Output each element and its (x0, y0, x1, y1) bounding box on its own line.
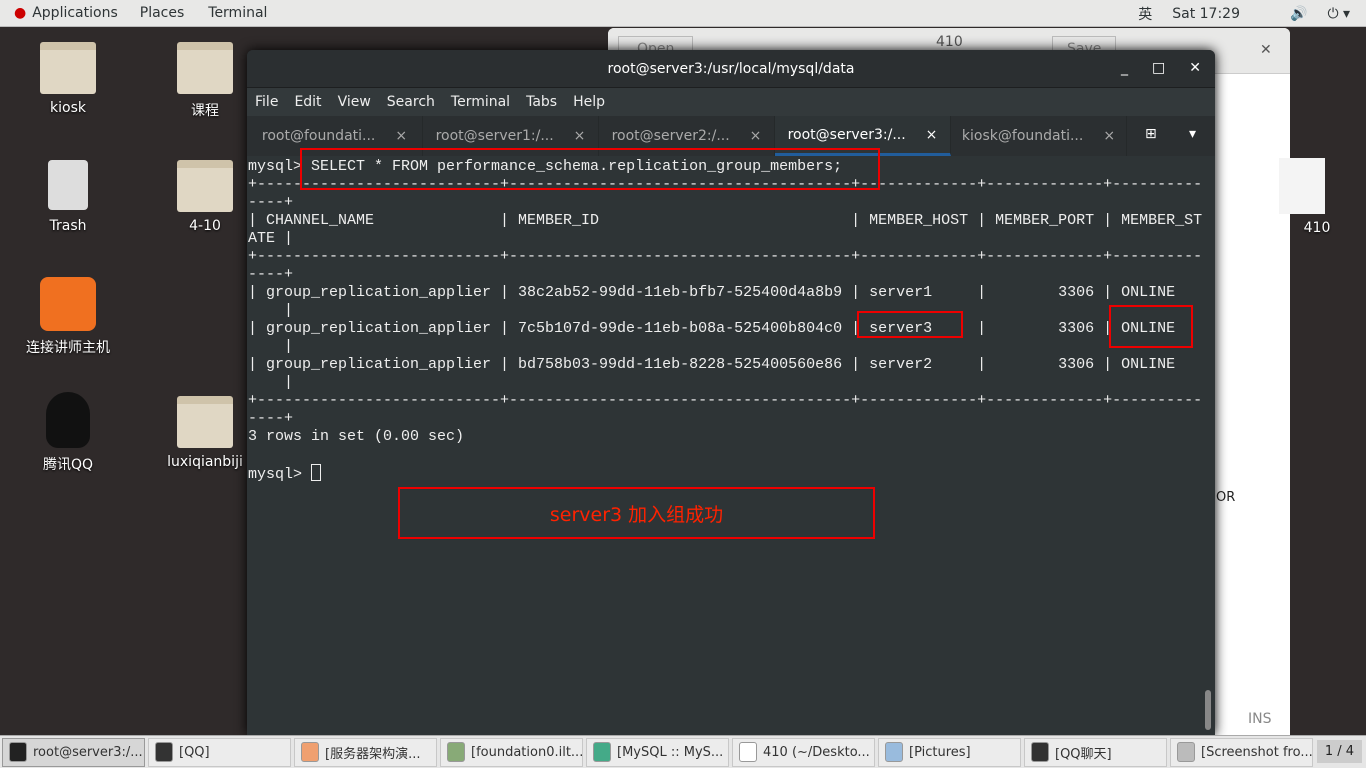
qq-icon (46, 392, 90, 448)
taskbar-label: [Pictures] (909, 744, 971, 760)
tab-label: root@server1:/... (435, 128, 554, 144)
window-title: root@server3:/usr/local/mysql/data (607, 60, 855, 77)
taskbar-item-4[interactable]: [MySQL :: MyS... (586, 737, 729, 767)
taskbar-label: 410 (~/Deskto... (763, 744, 870, 760)
annotation-box: server3 加入组成功 (398, 487, 875, 539)
app-icon (40, 277, 96, 331)
taskbar-item-6[interactable]: [Pictures] (878, 737, 1021, 767)
highlight-online (1109, 305, 1193, 348)
taskbar-label: [QQ] (179, 744, 210, 760)
folder-icon (177, 160, 233, 212)
document-icon (1279, 158, 1325, 214)
desktop-icon-410[interactable]: 410 (1262, 158, 1342, 236)
menu-terminal[interactable]: Terminal (443, 94, 518, 110)
highlight-command (300, 148, 880, 190)
folder-icon (177, 396, 233, 448)
app-icon (1177, 742, 1195, 762)
terminal-titlebar[interactable]: root@server3:/usr/local/mysql/data _ □ ✕ (247, 50, 1215, 88)
home-folder-icon (40, 42, 96, 94)
taskbar-label: [foundation0.ilt... (471, 744, 583, 760)
tab-label: kiosk@foundati... (961, 128, 1084, 144)
folder-icon (177, 42, 233, 94)
tab-close-icon[interactable]: × (750, 128, 762, 144)
clock[interactable]: Sat 17:29 (1172, 6, 1240, 22)
app-icon (155, 742, 173, 762)
gedit-ins-status: INS (1248, 711, 1272, 727)
tab-4[interactable]: kiosk@foundati... × (951, 116, 1127, 156)
result-table: +---------------------------+-----------… (248, 176, 1203, 427)
redhat-icon: ● (14, 5, 27, 21)
terminal-output[interactable]: mysql> SELECT * FROM performance_schema.… (248, 156, 1203, 484)
desktop-icon-trash[interactable]: Trash (18, 160, 118, 234)
taskbar-item-5[interactable]: 410 (~/Deskto... (732, 737, 875, 767)
taskbar: root@server3:/... [QQ] [服务器架构演... [foundati… (0, 735, 1366, 768)
prompt: mysql> (248, 466, 312, 483)
tab-close-icon[interactable]: × (1103, 128, 1115, 144)
trash-icon (48, 160, 88, 210)
app-icon (301, 742, 319, 762)
minimize-button[interactable]: _ (1121, 60, 1128, 76)
places-menu[interactable]: Places (140, 5, 185, 21)
top-bar: ● Applications Places Terminal 英 Sat 17:… (0, 0, 1366, 27)
input-method[interactable]: 英 (1138, 4, 1152, 24)
app-icon (1031, 742, 1049, 762)
taskbar-item-8[interactable]: [Screenshot fro... (1170, 737, 1313, 767)
taskbar-item-2[interactable]: [服务器架构演... (294, 737, 437, 767)
desktop-icon-4-10[interactable]: 4-10 (155, 160, 255, 234)
result-summary: 3 rows in set (0.00 sec) (248, 428, 465, 445)
taskbar-label: [Screenshot fro... (1201, 744, 1313, 760)
taskbar-label: root@server3:/... (33, 744, 143, 760)
menu-edit[interactable]: Edit (286, 94, 329, 110)
desktop-icon-luxiqianbiji[interactable]: luxiqianbiji (155, 396, 255, 470)
tab-close-icon[interactable]: × (574, 128, 586, 144)
menu-search[interactable]: Search (379, 94, 443, 110)
gedit-title: 410 (936, 34, 963, 50)
menu-file[interactable]: File (247, 94, 286, 110)
taskbar-item-1[interactable]: [QQ] (148, 737, 291, 767)
taskbar-item-7[interactable]: [QQ聊天] (1024, 737, 1167, 767)
volume-icon[interactable]: 🔊 (1290, 6, 1307, 22)
desktop-icon-kiosk[interactable]: kiosk (18, 42, 118, 116)
tab-label: root@server2:/... (611, 128, 730, 144)
maximize-button[interactable]: □ (1152, 60, 1165, 76)
taskbar-item-0[interactable]: root@server3:/... (2, 737, 145, 767)
tabs-menu-chevron-down-icon[interactable]: ▾ (1189, 126, 1196, 142)
scrollbar[interactable] (1205, 690, 1211, 730)
workspace-pager[interactable]: 1 / 4 (1316, 740, 1362, 763)
tab-close-icon[interactable]: × (395, 128, 407, 144)
menu-tabs[interactable]: Tabs (518, 94, 565, 110)
app-icon (9, 742, 27, 762)
menu-bar: File Edit View Search Terminal Tabs Help (247, 88, 1215, 116)
desktop-icon-qq[interactable]: 腾讯QQ (18, 392, 118, 474)
close-icon[interactable]: ✕ (1260, 42, 1272, 58)
tab-close-icon[interactable]: × (926, 127, 938, 143)
new-tab-icon[interactable]: ⊞ (1145, 126, 1157, 142)
menu-help[interactable]: Help (565, 94, 613, 110)
app-icon (593, 742, 611, 762)
menu-view[interactable]: View (330, 94, 379, 110)
cursor (311, 464, 322, 481)
close-button[interactable]: ✕ (1189, 60, 1201, 76)
tab-label: root@foundati... (261, 128, 376, 144)
app-icon (885, 742, 903, 762)
power-icon[interactable]: ⏻ ▾ (1327, 6, 1350, 22)
terminal-menu[interactable]: Terminal (208, 5, 267, 21)
desktop-icon-course[interactable]: 课程 (155, 42, 255, 120)
highlight-server3 (857, 311, 963, 338)
desktop-icon-connect[interactable]: 连接讲师主机 (18, 277, 118, 357)
applications-menu[interactable]: Applications (32, 5, 118, 21)
taskbar-label: [MySQL :: MyS... (617, 744, 724, 760)
gedit-text: OR (1216, 490, 1236, 505)
taskbar-label: [服务器架构演... (325, 746, 421, 762)
app-icon (739, 742, 757, 762)
tab-label: root@server3:/... (787, 126, 906, 143)
taskbar-label: [QQ聊天] (1055, 746, 1112, 762)
taskbar-item-3[interactable]: [foundation0.ilt... (440, 737, 583, 767)
app-icon (447, 742, 465, 762)
